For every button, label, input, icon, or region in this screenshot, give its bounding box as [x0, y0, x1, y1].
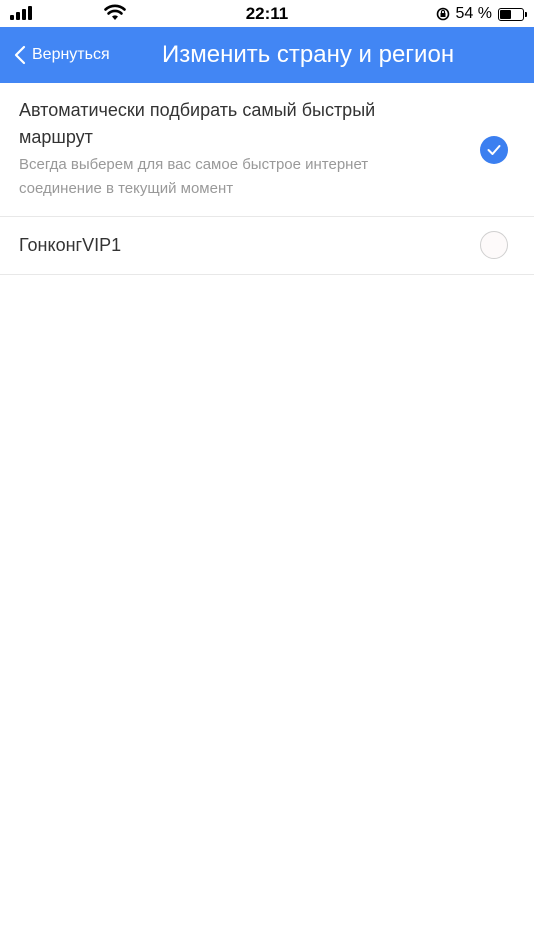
option-hongkong-vip1[interactable]: ГонконгVIP1	[0, 217, 534, 275]
option-title: Автоматически подбирать самый быстрый ма…	[19, 100, 376, 147]
back-label: Вернуться	[32, 46, 110, 63]
battery-icon	[498, 7, 527, 21]
page-title: Изменить страну и регион	[162, 41, 455, 68]
checkmark-icon	[487, 145, 501, 155]
region-list: Автоматически подбирать самый быстрый ма…	[0, 83, 534, 275]
orientation-lock-icon	[436, 7, 449, 21]
option-subtitle: Всегда выберем для вас самое быстрое инт…	[19, 156, 369, 197]
battery-percent: 54 %	[455, 5, 492, 22]
status-bar: 22:11 54 %	[0, 0, 534, 27]
radio-unselected[interactable]	[480, 231, 508, 259]
back-button[interactable]: Вернуться	[14, 27, 110, 83]
option-auto-fastest-route[interactable]: Автоматически подбирать самый быстрый ма…	[0, 83, 534, 217]
navigation-bar: Вернуться Изменить страну и регион	[0, 27, 534, 83]
chevron-left-icon	[14, 45, 26, 65]
radio-selected[interactable]	[480, 136, 508, 164]
option-title: ГонконгVIP1	[19, 235, 122, 255]
